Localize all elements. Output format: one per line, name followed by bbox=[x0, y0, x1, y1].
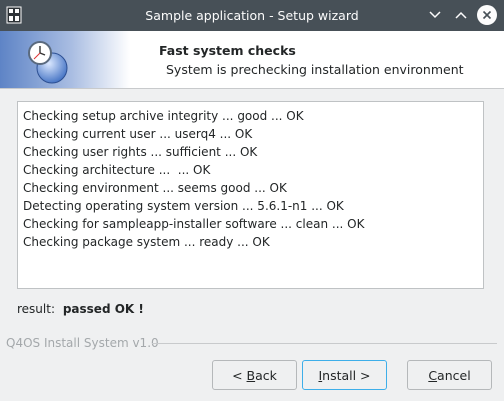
log-line: Checking current user ... userq4 ... OK bbox=[23, 127, 253, 141]
close-icon[interactable] bbox=[477, 5, 497, 25]
log-line: Checking architecture ... ... OK bbox=[23, 163, 211, 177]
footer-label: Q4OS Install System v1.0 bbox=[6, 336, 159, 350]
install-label: nstall > bbox=[322, 367, 371, 383]
wizard-header: Fast system checks System is prechecking… bbox=[0, 31, 504, 89]
log-line: Checking package system ... ready ... OK bbox=[23, 235, 270, 249]
result-label: result: bbox=[17, 302, 55, 316]
maximize-icon[interactable] bbox=[452, 6, 470, 24]
back-button[interactable]: < Back bbox=[212, 360, 297, 390]
cancel-button[interactable]: Cancel bbox=[407, 360, 492, 390]
back-accel: B bbox=[246, 367, 256, 383]
title-bar: Sample application - Setup wizard bbox=[0, 0, 504, 31]
log-line: Checking setup archive integrity ... goo… bbox=[23, 109, 304, 123]
check-log[interactable]: Checking setup archive integrity ... goo… bbox=[17, 101, 484, 289]
log-line: Checking user rights ... sufficient ... … bbox=[23, 145, 258, 159]
log-line: Checking environment ... seems good ... … bbox=[23, 181, 287, 195]
clock-globe-icon bbox=[0, 31, 130, 88]
install-button[interactable]: Install > bbox=[302, 360, 387, 390]
result-value: passed OK ! bbox=[62, 302, 144, 316]
header-title: Fast system checks bbox=[159, 43, 296, 58]
log-line: Checking for sampleapp-installer softwar… bbox=[23, 217, 365, 231]
cancel-label: ancel bbox=[437, 367, 471, 383]
minimize-icon[interactable] bbox=[426, 6, 444, 24]
result-row: result: passed OK ! bbox=[17, 302, 144, 316]
back-prefix: < bbox=[232, 367, 247, 383]
footer-divider bbox=[152, 343, 497, 344]
back-label: ack bbox=[255, 367, 277, 383]
log-line: Detecting operating system version ... 5… bbox=[23, 199, 344, 213]
cancel-accel: C bbox=[428, 367, 438, 383]
header-subtitle: System is prechecking installation envir… bbox=[166, 62, 464, 77]
